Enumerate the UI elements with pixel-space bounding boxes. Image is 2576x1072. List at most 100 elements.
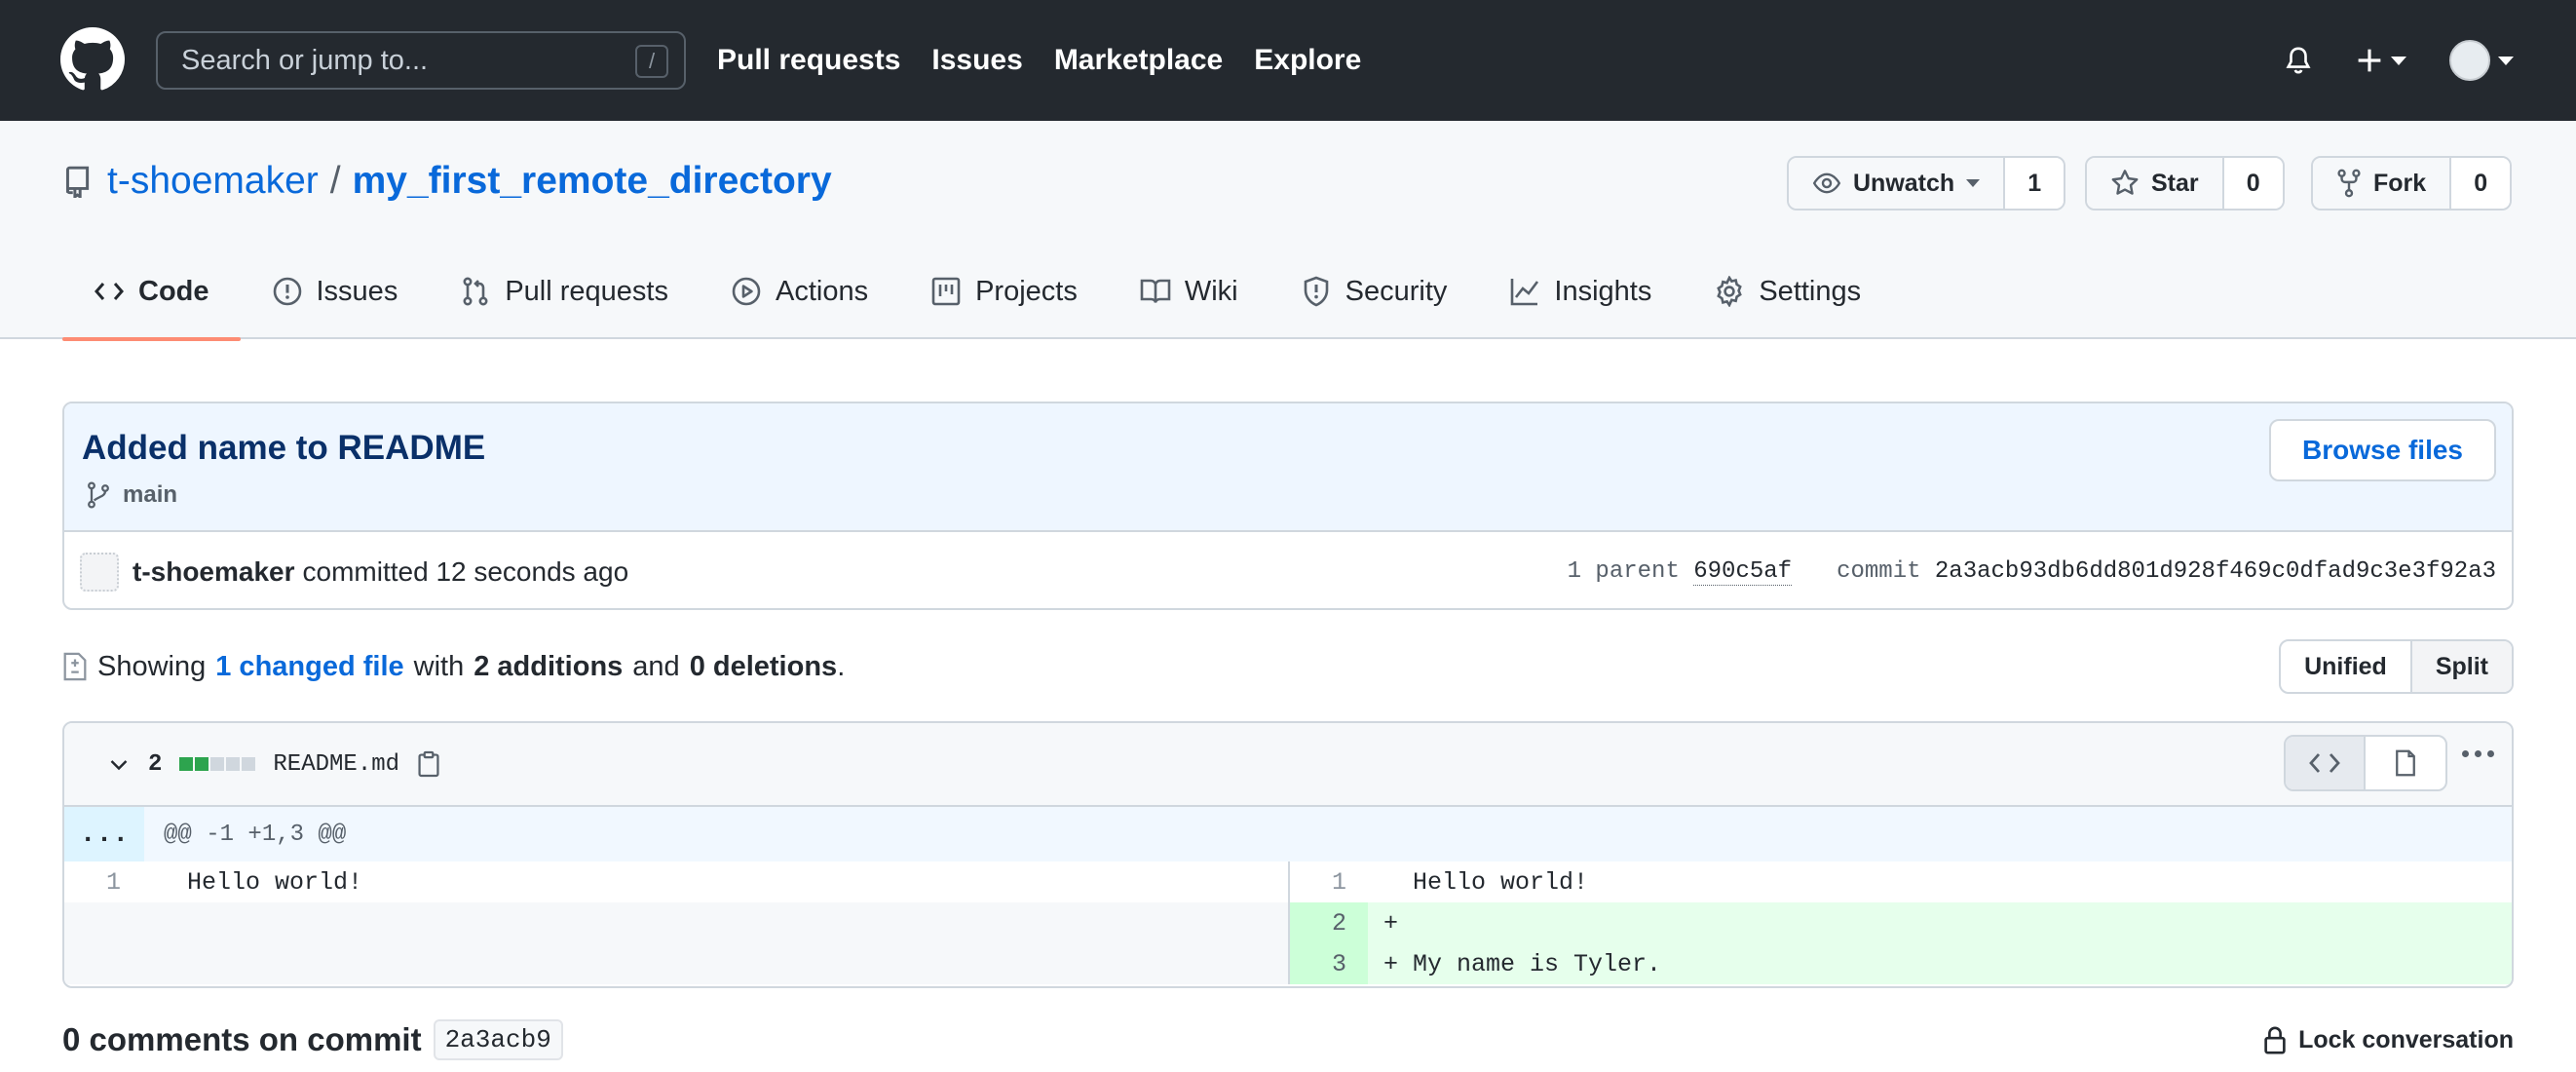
tab-actions[interactable]: Actions: [700, 244, 899, 339]
user-menu[interactable]: [2449, 40, 2514, 81]
repo-icon: [62, 165, 92, 198]
github-logo-icon[interactable]: [60, 27, 125, 92]
pull-request-icon: [460, 276, 491, 307]
changed-files-link[interactable]: 1 changed file: [215, 651, 403, 683]
nav-pull-requests[interactable]: Pull requests: [717, 44, 900, 77]
tab-label: Security: [1345, 275, 1448, 307]
commit-shas: 1 parent 690c5af commit 2a3acb93db6dd801…: [1568, 532, 2496, 608]
view-file-button[interactable]: [2366, 737, 2445, 789]
play-icon: [731, 276, 762, 307]
left-side-empty: [64, 943, 1288, 984]
view-source-button[interactable]: [2286, 737, 2366, 789]
expand-hunk-button[interactable]: ...: [64, 807, 144, 861]
lock-label: Lock conversation: [2298, 1025, 2514, 1053]
diff-row: 3 + My name is Tyler.: [64, 943, 2512, 984]
star-label: Star: [2151, 169, 2199, 197]
commit-sha: 2a3acb93db6dd801d928f469c0dfad9c3e3f92a3: [1934, 557, 2496, 585]
file-icon: [2394, 749, 2417, 777]
file-header: 2 README.md: [64, 723, 2512, 807]
diffstat-bar: [179, 757, 256, 771]
tab-wiki[interactable]: Wiki: [1109, 244, 1269, 339]
search-input[interactable]: Search or jump to... /: [156, 31, 686, 90]
kebab-horizontal-icon[interactable]: [2462, 750, 2494, 757]
global-nav: Pull requests Issues Marketplace Explore: [717, 0, 1361, 121]
split-button[interactable]: Split: [2409, 641, 2512, 692]
create-new-button[interactable]: [2356, 47, 2406, 74]
commit-time: committed 12 seconds ago: [302, 556, 629, 587]
commit-details: Added name to README main Browse files t…: [62, 402, 2514, 610]
tab-label: Settings: [1759, 275, 1862, 307]
repo-name-link[interactable]: my_first_remote_directory: [353, 160, 832, 203]
code-line: +: [1368, 902, 2512, 943]
nav-issues[interactable]: Issues: [931, 44, 1022, 77]
tab-insights[interactable]: Insights: [1478, 244, 1683, 339]
tab-security[interactable]: Security: [1269, 244, 1479, 339]
line-number[interactable]: 2: [1290, 902, 1368, 943]
file-view-buttons: [2284, 735, 2447, 791]
lock-icon: [2263, 1025, 2287, 1054]
fork-icon: [2336, 169, 2362, 198]
unwatch-button[interactable]: Unwatch: [1789, 158, 2004, 209]
nav-explore[interactable]: Explore: [1254, 44, 1361, 77]
summary-with: with: [413, 650, 465, 682]
parent-sha-link[interactable]: 690c5af: [1693, 557, 1793, 586]
nav-marketplace[interactable]: Marketplace: [1054, 44, 1223, 77]
stargazers-count[interactable]: 0: [2221, 158, 2283, 209]
commit-sha-chip: 2a3acb9: [433, 1019, 563, 1060]
watch-button-group: Unwatch 1: [1787, 156, 2066, 211]
tab-projects[interactable]: Projects: [899, 244, 1109, 339]
browse-files-button[interactable]: Browse files: [2269, 419, 2496, 481]
tab-label: Projects: [975, 275, 1078, 307]
avatar[interactable]: [80, 553, 119, 592]
unified-button[interactable]: Unified: [2281, 641, 2410, 692]
star-button[interactable]: Star: [2087, 158, 2222, 209]
commit-meta: t-shoemaker committed 12 seconds ago 1 p…: [64, 532, 2512, 608]
summary-period: .: [837, 650, 846, 682]
line-number[interactable]: 1: [64, 861, 142, 902]
diffstat-block: [179, 757, 194, 771]
tab-code[interactable]: Code: [62, 244, 241, 341]
branch-name: main: [123, 481, 178, 508]
right-side: 1 Hello world!: [1288, 861, 2512, 902]
file-diff-icon: [62, 652, 88, 681]
commit-header: Added name to README main Browse files: [64, 403, 2512, 532]
code-line: + My name is Tyler.: [1368, 943, 2512, 984]
watchers-count[interactable]: 1: [2003, 158, 2065, 209]
fork-button-group: Fork 0: [2311, 156, 2513, 211]
chevron-down-icon: [2498, 56, 2514, 65]
commit-branch[interactable]: main: [86, 481, 177, 509]
star-icon: [2110, 169, 2140, 198]
summary-and: and: [632, 650, 680, 682]
fork-button[interactable]: Fork: [2313, 158, 2450, 209]
tab-settings[interactable]: Settings: [1683, 244, 1892, 339]
chevron-down-icon: [2391, 56, 2406, 65]
file-diff: 2 README.md ... @@ -1 +1,3 @@ 1 Hello wo…: [62, 721, 2514, 988]
unwatch-label: Unwatch: [1853, 169, 1955, 197]
hunk-range: @@ -1 +1,3 @@: [164, 821, 347, 848]
line-number[interactable]: 3: [1290, 943, 1368, 984]
code-icon: [2309, 751, 2340, 775]
bell-icon[interactable]: [2284, 45, 2313, 76]
repo-owner-link[interactable]: t-shoemaker: [107, 160, 319, 203]
deletions-count: 0 deletions: [689, 650, 838, 682]
clipboard-icon[interactable]: [417, 750, 440, 778]
tab-issues[interactable]: Issues: [241, 244, 430, 339]
chevron-down-icon: [1966, 179, 1981, 187]
diff-row: 1 Hello world! 1 Hello world!: [64, 861, 2512, 902]
right-side-addition: 3 + My name is Tyler.: [1288, 943, 2512, 984]
tab-pull-requests[interactable]: Pull requests: [429, 244, 700, 339]
diff-view-toggle: Unified Split: [2279, 639, 2514, 694]
hunk-header: ... @@ -1 +1,3 @@: [64, 807, 2512, 861]
diff-row: 2 +: [64, 902, 2512, 943]
code-icon: [94, 276, 125, 307]
file-name-link[interactable]: README.md: [273, 751, 399, 778]
lock-conversation-button[interactable]: Lock conversation: [2263, 1025, 2514, 1054]
fork-label: Fork: [2373, 169, 2427, 197]
tab-label: Code: [138, 275, 209, 307]
repo-breadcrumb: t-shoemaker / my_first_remote_directory: [62, 160, 832, 203]
repository-header: t-shoemaker / my_first_remote_directory …: [0, 121, 2576, 341]
chevron-down-icon[interactable]: [107, 752, 131, 776]
commit-author-link[interactable]: t-shoemaker: [133, 556, 295, 588]
forks-count[interactable]: 0: [2449, 158, 2511, 209]
line-number[interactable]: 1: [1290, 861, 1368, 902]
